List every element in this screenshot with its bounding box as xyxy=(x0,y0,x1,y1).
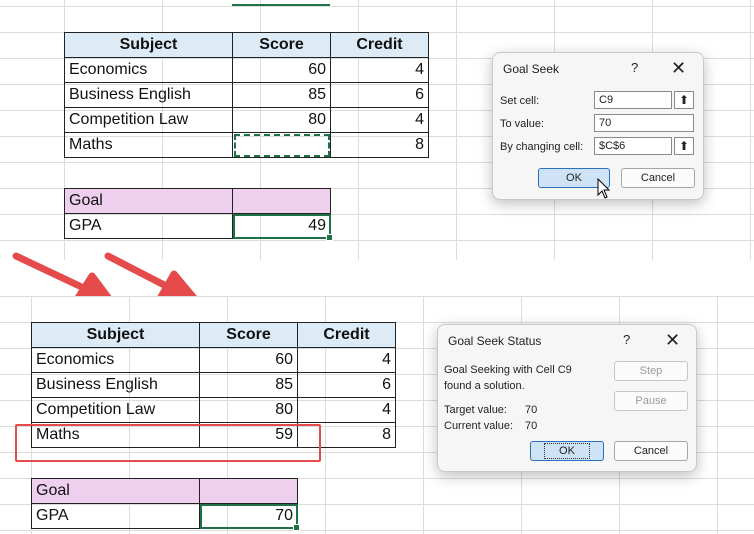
goal-header-row: Goal xyxy=(31,478,298,504)
header-subject[interactable]: Subject xyxy=(64,32,233,58)
pause-button[interactable]: Pause xyxy=(614,391,688,411)
goal-header-fill[interactable] xyxy=(199,478,298,504)
table-row: Maths 8 xyxy=(64,132,429,158)
current-value-label: Current value: xyxy=(444,420,514,432)
subject-cell[interactable]: Economics xyxy=(31,347,200,373)
ok-label: OK xyxy=(544,443,590,459)
table-header-row: Subject Score Credit xyxy=(64,32,429,58)
target-value: 70 xyxy=(525,404,538,416)
status-message-line2: found a solution. xyxy=(444,380,525,392)
score-cell[interactable]: 85 xyxy=(199,372,298,398)
changing-cell-collapse-button[interactable]: ⬆ xyxy=(674,137,694,155)
ok-label: OK xyxy=(566,172,582,184)
goal-seek-dialog: Goal Seek ? ✕ Set cell: C9 ⬆ To value: 7… xyxy=(492,52,704,200)
to-value-label: To value: xyxy=(500,118,545,130)
gpa-label[interactable]: GPA xyxy=(31,503,200,529)
fill-handle[interactable] xyxy=(326,234,333,241)
subject-cell[interactable]: Competition Law xyxy=(31,397,200,423)
score-cell[interactable]: 80 xyxy=(199,397,298,423)
credit-cell[interactable]: 4 xyxy=(330,57,429,83)
fill-handle[interactable] xyxy=(293,524,300,531)
score-cell[interactable]: 80 xyxy=(232,107,331,133)
header-subject[interactable]: Subject xyxy=(31,322,200,348)
set-cell-input[interactable]: C9 xyxy=(594,91,672,109)
changing-cell-input[interactable]: $C$6 xyxy=(594,137,672,155)
table-header-row: Subject Score Credit xyxy=(31,322,396,348)
worksheet-after: Subject Score Credit Economics 60 4 Busi… xyxy=(0,296,754,534)
credit-cell[interactable]: 4 xyxy=(330,107,429,133)
current-value: 70 xyxy=(525,420,538,432)
to-value-input[interactable]: 70 xyxy=(594,114,694,132)
goal-header[interactable]: Goal xyxy=(31,478,200,504)
subject-cell[interactable]: Business English xyxy=(64,82,233,108)
collapse-arrow-icon: ⬆ xyxy=(678,139,690,153)
table-row: Business English 85 6 xyxy=(31,372,396,398)
help-button[interactable]: ? xyxy=(631,60,638,75)
worksheet-before: Subject Score Credit Economics 60 4 Busi… xyxy=(0,0,754,260)
subject-cell[interactable]: Economics xyxy=(64,57,233,83)
close-icon[interactable]: ✕ xyxy=(671,59,686,77)
goal-header-row: Goal xyxy=(64,188,331,214)
credit-cell[interactable]: 6 xyxy=(297,372,396,398)
target-value-label: Target value: xyxy=(444,404,507,416)
credit-cell[interactable]: 4 xyxy=(297,397,396,423)
header-score[interactable]: Score xyxy=(199,322,298,348)
goal-seek-status-dialog: Goal Seek Status ? ✕ Goal Seeking with C… xyxy=(437,324,697,472)
header-score[interactable]: Score xyxy=(232,32,331,58)
step-button[interactable]: Step xyxy=(614,361,688,381)
goal-row: GPA 49 xyxy=(64,213,333,241)
subject-cell[interactable]: Maths xyxy=(64,132,233,158)
score-cell[interactable]: 85 xyxy=(232,82,331,108)
set-cell-label: Set cell: xyxy=(500,95,540,107)
subject-cell[interactable]: Competition Law xyxy=(64,107,233,133)
cancel-button[interactable]: Cancel xyxy=(614,441,688,461)
gpa-value: 49 xyxy=(308,217,326,234)
goal-table: Goal GPA 70 xyxy=(31,478,300,531)
header-credit[interactable]: Credit xyxy=(297,322,396,348)
dialog-title: Goal Seek xyxy=(503,62,560,76)
close-icon[interactable]: ✕ xyxy=(665,331,680,349)
changing-cell-label: By changing cell: xyxy=(500,141,584,153)
table-row: Competition Law 80 4 xyxy=(31,397,396,423)
gpa-label[interactable]: GPA xyxy=(64,213,233,239)
score-cell[interactable]: 60 xyxy=(232,57,331,83)
goal-table: Goal GPA 49 xyxy=(64,188,333,241)
table-row: Economics 60 4 xyxy=(31,347,396,373)
ok-button[interactable]: OK xyxy=(530,441,604,461)
scores-table: Subject Score Credit Economics 60 4 Busi… xyxy=(64,32,429,158)
score-cell[interactable]: 60 xyxy=(199,347,298,373)
subject-cell[interactable]: Business English xyxy=(31,372,200,398)
status-message-line1: Goal Seeking with Cell C9 xyxy=(444,364,572,376)
table-row: Business English 85 6 xyxy=(64,82,429,108)
arrow-icon xyxy=(104,252,198,302)
collapse-arrow-icon: ⬆ xyxy=(678,93,690,107)
credit-cell[interactable]: 8 xyxy=(330,132,429,158)
dialog-title: Goal Seek Status xyxy=(448,334,542,348)
help-button[interactable]: ? xyxy=(623,332,630,347)
credit-cell[interactable]: 4 xyxy=(297,347,396,373)
credit-cell[interactable]: 6 xyxy=(330,82,429,108)
gpa-value-cell[interactable]: 70 xyxy=(199,503,300,531)
gpa-value-cell[interactable]: 49 xyxy=(232,213,333,241)
header-credit[interactable]: Credit xyxy=(330,32,429,58)
arrow-icon xyxy=(12,252,114,304)
goal-header-fill[interactable] xyxy=(232,188,331,214)
cancel-button[interactable]: Cancel xyxy=(621,168,695,188)
column-selection-indicator xyxy=(232,4,330,6)
goal-header[interactable]: Goal xyxy=(64,188,233,214)
goal-row: GPA 70 xyxy=(31,503,300,531)
changing-cell-marquee[interactable] xyxy=(232,132,331,158)
table-row: Economics 60 4 xyxy=(64,57,429,83)
set-cell-collapse-button[interactable]: ⬆ xyxy=(674,91,694,109)
maths-row-highlight xyxy=(15,424,321,462)
table-row: Competition Law 80 4 xyxy=(64,107,429,133)
gpa-value: 70 xyxy=(275,507,293,524)
mouse-cursor-icon xyxy=(597,178,611,199)
